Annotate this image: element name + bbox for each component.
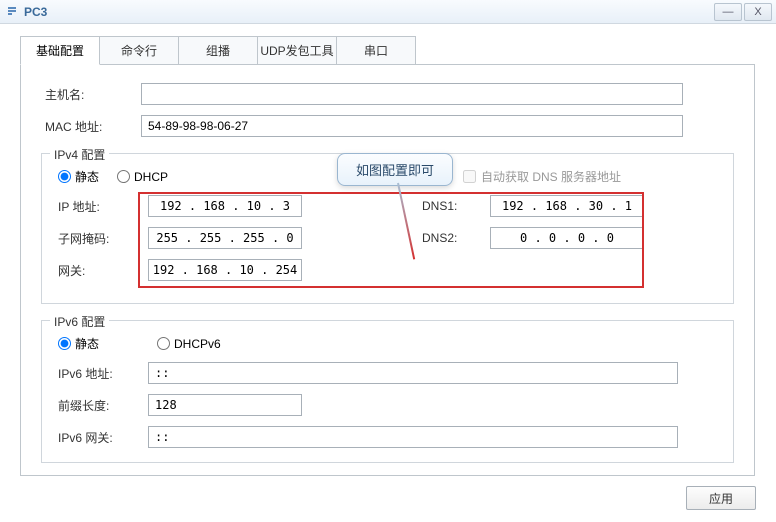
tab-udp[interactable]: UDP发包工具 bbox=[257, 36, 337, 64]
tab-basic[interactable]: 基础配置 bbox=[20, 36, 100, 65]
dns1-label: DNS1: bbox=[422, 199, 490, 213]
callout-text: 如图配置即可 bbox=[337, 153, 453, 186]
gateway-label: 网关: bbox=[54, 262, 148, 279]
tab-multicast[interactable]: 组播 bbox=[178, 36, 258, 64]
tabs: 基础配置 命令行 组播 UDP发包工具 串口 bbox=[20, 36, 755, 65]
hostname-input[interactable] bbox=[141, 83, 683, 105]
apply-button[interactable]: 应用 bbox=[686, 486, 756, 510]
ipv6-dhcpv6-radio[interactable]: DHCPv6 bbox=[157, 337, 221, 351]
subnet-mask-input[interactable]: 255 . 255 . 255 . 0 bbox=[148, 227, 302, 249]
ipv4-static-radio[interactable]: 静态 bbox=[58, 168, 99, 185]
auto-dns-checkbox[interactable]: 自动获取 DNS 服务器地址 bbox=[463, 168, 621, 185]
window-title: PC3 bbox=[24, 5, 714, 19]
mac-label: MAC 地址: bbox=[41, 118, 141, 135]
title-bar: PC3 — X bbox=[0, 0, 776, 24]
callout-annotation: 如图配置即可 bbox=[337, 153, 453, 186]
dns2-input[interactable]: 0 . 0 . 0 . 0 bbox=[490, 227, 644, 249]
app-icon bbox=[4, 4, 20, 20]
gateway-input[interactable]: 192 . 168 . 10 . 254 bbox=[148, 259, 302, 281]
ipv6-addr-label: IPv6 地址: bbox=[54, 365, 148, 382]
hostname-label: 主机名: bbox=[41, 86, 141, 103]
config-panel: 主机名: MAC 地址: 54-89-98-98-06-27 IPv4 配置 静… bbox=[20, 65, 755, 476]
ipv6-prefix-input[interactable]: 128 bbox=[148, 394, 302, 416]
dns1-input[interactable]: 192 . 168 . 30 . 1 bbox=[490, 195, 644, 217]
ip-address-input[interactable]: 192 . 168 . 10 . 3 bbox=[148, 195, 302, 217]
ip-address-label: IP 地址: bbox=[54, 198, 148, 215]
ipv6-gateway-label: IPv6 网关: bbox=[54, 429, 148, 446]
ipv6-static-radio[interactable]: 静态 bbox=[58, 335, 99, 352]
ipv4-dhcp-radio[interactable]: DHCP bbox=[117, 170, 168, 184]
ipv4-legend: IPv4 配置 bbox=[50, 146, 109, 163]
ipv6-prefix-label: 前缀长度: bbox=[54, 397, 148, 414]
mac-value: 54-89-98-98-06-27 bbox=[141, 115, 683, 137]
ipv6-fieldset: IPv6 配置 静态 DHCPv6 IPv6 地址: :: 前缀长度: 128 … bbox=[41, 320, 734, 463]
ipv6-gateway-input[interactable]: :: bbox=[148, 426, 678, 448]
ipv6-addr-input[interactable]: :: bbox=[148, 362, 678, 384]
tab-serial[interactable]: 串口 bbox=[336, 36, 416, 64]
subnet-mask-label: 子网掩码: bbox=[54, 230, 148, 247]
close-button[interactable]: X bbox=[744, 3, 772, 21]
minimize-button[interactable]: — bbox=[714, 3, 742, 21]
ipv6-legend: IPv6 配置 bbox=[50, 313, 109, 330]
dns2-label: DNS2: bbox=[422, 231, 490, 245]
tab-cli[interactable]: 命令行 bbox=[99, 36, 179, 64]
